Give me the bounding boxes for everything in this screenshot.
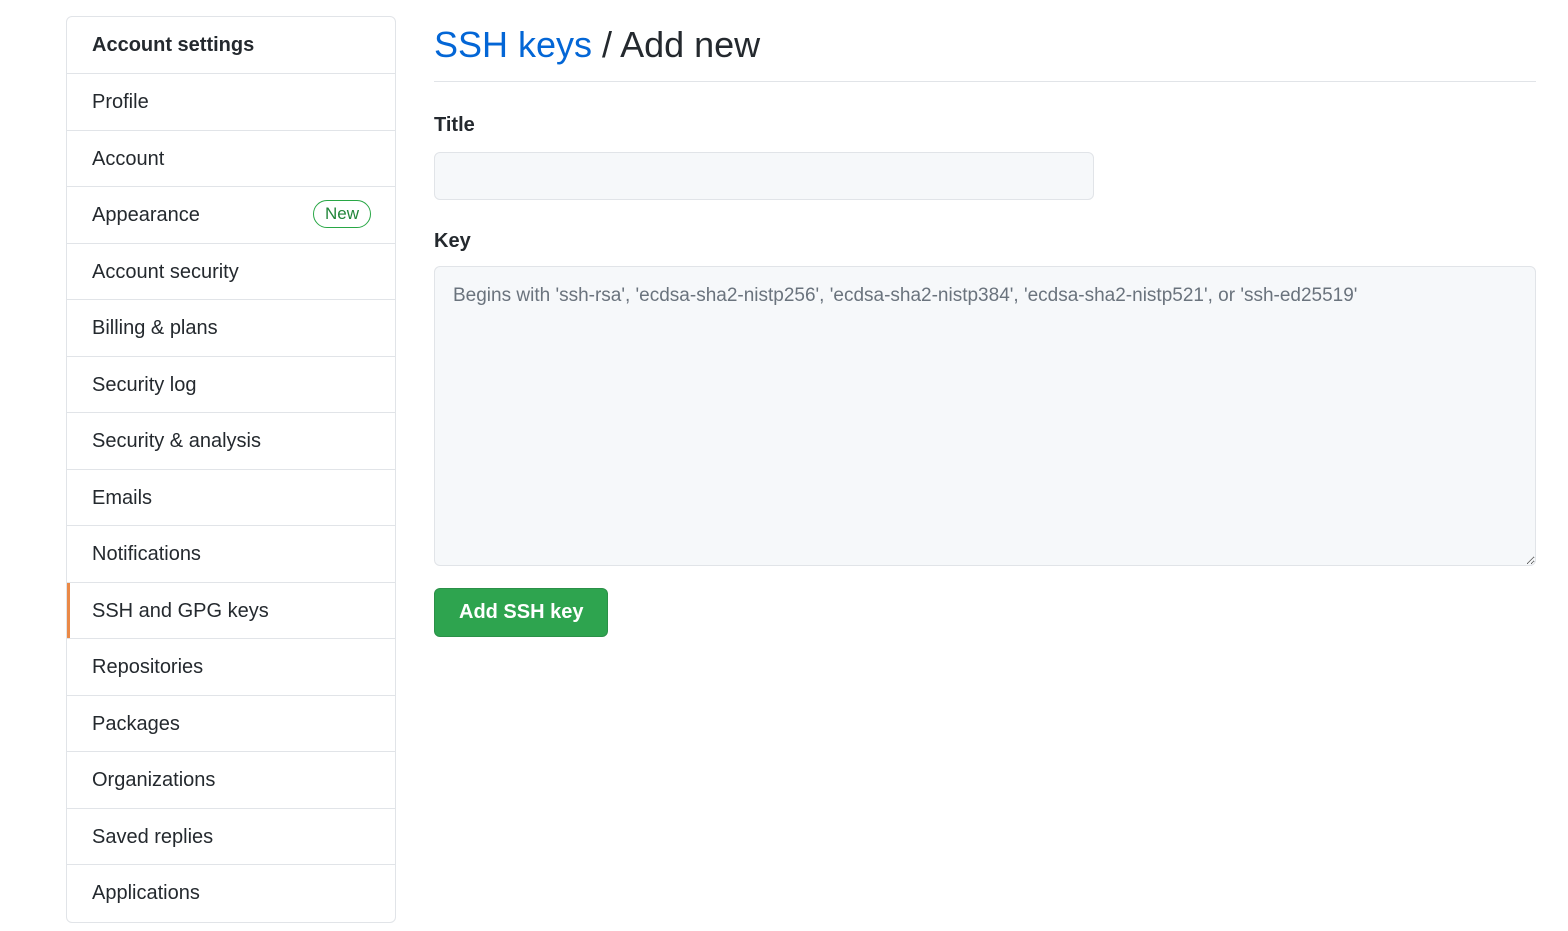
sidebar-item-repositories[interactable]: Repositories [67,639,395,696]
key-textarea[interactable] [434,266,1536,566]
sidebar-item-label: Profile [92,91,149,113]
sidebar-item-label: Organizations [92,769,216,791]
key-label: Key [434,230,471,252]
sidebar-item-label: Repositories [92,656,204,678]
ssh-keys-breadcrumb-link[interactable]: SSH keys [434,24,592,65]
sidebar-item-security-analysis[interactable]: Security & analysis [67,413,395,470]
add-ssh-key-button[interactable]: Add SSH key [434,588,609,637]
sidebar-item-label: Notifications [92,543,201,565]
breadcrumb-current: / Add new [592,24,761,65]
sidebar-item-security-log[interactable]: Security log [67,357,395,413]
sidebar-item-profile[interactable]: Profile [67,74,395,131]
sidebar-item-applications[interactable]: Applications [67,865,395,922]
sidebar-item-label: Packages [92,712,180,735]
sidebar-item-organizations[interactable]: Organizations [67,752,395,809]
sidebar-item-account[interactable]: Account [67,131,395,187]
sidebar-item-appearance[interactable]: Appearance New [67,187,395,244]
main-content: SSH keys / Add new Title Key Add SSH key [434,16,1536,637]
sidebar-item-label: Saved replies [92,825,214,848]
title-input[interactable] [434,152,1094,200]
sidebar-item-packages[interactable]: Packages [67,696,395,752]
sidebar-item-emails[interactable]: Emails [67,470,395,526]
sidebar-item-account-security[interactable]: Account security [67,244,395,300]
sidebar-item-label: Account security [92,260,239,283]
new-badge: New [312,200,371,228]
title-label: Title [434,114,475,136]
page-title: SSH keys / Add new [434,16,1536,82]
sidebar-item-label: Security log [92,373,197,396]
sidebar-item-notifications[interactable]: Notifications [67,526,395,583]
settings-sidebar: Account settings Profile Account Appeara… [66,16,396,923]
sidebar-item-label: Emails [92,486,153,509]
sidebar-header: Account settings [67,17,395,74]
sidebar-item-billing[interactable]: Billing & plans [67,300,395,357]
sidebar-item-label: Billing & plans [92,317,218,339]
sidebar-item-label: SSH and GPG keys [92,599,269,622]
add-ssh-key-form: Title Key Add SSH key [434,112,1536,637]
sidebar-item-label: Account [92,147,165,170]
sidebar-item-label: Security & analysis [92,430,261,452]
sidebar-item-ssh-gpg-keys[interactable]: SSH and GPG keys [67,582,395,639]
sidebar-item-saved-replies[interactable]: Saved replies [67,809,395,865]
sidebar-item-label: Applications [92,882,200,904]
sidebar-item-label: Appearance [92,204,200,226]
